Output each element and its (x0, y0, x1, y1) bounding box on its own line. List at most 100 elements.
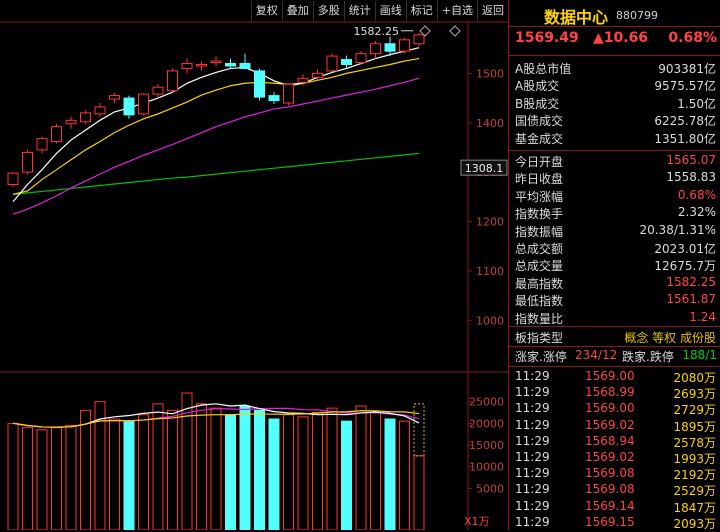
stat-value: 20.38/1.31% (639, 222, 716, 237)
tick-volume: 1847万 (673, 500, 716, 515)
toolbar-button[interactable]: 统计 (343, 1, 375, 21)
stat-row: 平均涨幅 0.68% (509, 188, 720, 205)
stat-label: 平均涨幅 (515, 189, 564, 204)
tick-volume: 2192万 (673, 468, 716, 483)
candle-up (312, 72, 323, 78)
candle-up (152, 86, 164, 95)
price-change: ▲10.66 (593, 30, 649, 46)
stat-value: 1565.07 (666, 153, 716, 167)
stat-label: 最低指数 (515, 294, 564, 309)
stat-row: 指数振幅 20.38/1.31% (509, 223, 720, 240)
volume-bar-up (355, 405, 367, 530)
toolbar-button[interactable]: 返回 (477, 1, 508, 21)
tick-time: 11:29 (515, 369, 550, 383)
toolbar-button[interactable]: 叠加 (281, 1, 313, 21)
volume-bar-up (51, 427, 62, 530)
tick-price: 1569.15 (585, 514, 635, 529)
stat-value: 1.50亿 (677, 96, 716, 111)
vol-axis-label: 10000 (469, 461, 504, 474)
volume-bar-up (196, 403, 207, 530)
candle-down (341, 59, 352, 65)
candle-down (123, 97, 135, 116)
stat-value: 903381亿 (658, 62, 716, 76)
tick-price: 1569.02 (585, 450, 635, 464)
volume-bar-up (138, 414, 149, 530)
volume-bar-down (384, 418, 396, 530)
stat-value: 9575.57亿 (654, 79, 716, 94)
stat-label: A股总市值 (515, 62, 572, 76)
stat-row: 最高指数 1582.25 (509, 275, 720, 292)
tick-row: 11:29 1569.15 2093万 (509, 515, 720, 532)
stat-row: 今日开盘 1565.07 (509, 153, 720, 170)
y-axis-label: 1400 (476, 117, 504, 130)
stat-value: 1351.80亿 (654, 131, 716, 146)
volume-bar-down (268, 418, 280, 530)
chart-toolbar: 复权 叠加 多股 统计 画线 标记 +自选 返回 (0, 0, 508, 22)
volume-bar-up (370, 412, 381, 530)
volume-bar-down (341, 420, 352, 530)
stat-row: 指数换手 2.32% (509, 205, 720, 222)
volume-bar-up (22, 427, 33, 530)
toolbar-button[interactable]: 画线 (374, 1, 406, 21)
tick-time: 11:29 (515, 450, 550, 464)
stat-row: A股成交 9575.57亿 (509, 77, 720, 94)
stat-label: 基金成交 (515, 131, 564, 146)
tick-price: 1569.00 (585, 369, 635, 383)
index-code: 880799 (616, 9, 658, 22)
toolbar-button[interactable]: 复权 (250, 1, 282, 21)
divider (509, 366, 720, 367)
candle-up (399, 39, 410, 52)
stat-row: B股成交 1.50亿 (509, 95, 720, 112)
tick-time: 11:29 (515, 401, 550, 416)
volume-bar-up (167, 409, 178, 530)
tick-row: 11:29 1569.00 2080万 (509, 369, 720, 386)
tick-price: 1568.94 (585, 433, 635, 448)
tick-price: 1569.02 (585, 417, 635, 432)
sector-type-label: 板指类型 (515, 331, 564, 345)
stat-label: 昨日收盘 (515, 172, 564, 187)
tick-row: 11:29 1569.08 2529万 (509, 482, 720, 499)
tick-price: 1569.08 (585, 482, 635, 497)
volume-bar-up (65, 425, 77, 530)
title-row: 数据中心 880799 (509, 0, 720, 28)
toolbar-button[interactable]: +自选 (436, 1, 477, 21)
candle-up (283, 83, 294, 104)
candle-up (297, 77, 309, 83)
candle-down (254, 70, 265, 98)
stat-value: 2.32% (677, 205, 716, 220)
tick-row: 11:29 1569.02 1895万 (509, 418, 720, 435)
fall-label: 跌家.跌停 (622, 350, 674, 364)
toolbar-button[interactable]: 标记 (405, 1, 437, 21)
volume-bar-up (413, 455, 425, 530)
sector-type-value[interactable]: 概念 等权 成份股 (624, 329, 716, 346)
tick-row: 11:29 1568.99 2693万 (509, 385, 720, 402)
rise-value: 234/12 (575, 348, 618, 362)
price-change-pct: 0.68% (668, 30, 717, 46)
stat-label: 国债成交 (515, 114, 564, 129)
tick-volume: 2693万 (673, 387, 716, 402)
vol-axis-label: 25000 (469, 396, 504, 409)
sector-type-row: 板指类型 概念 等权 成份股 (509, 329, 720, 346)
tick-row: 11:29 1568.94 2578万 (509, 434, 720, 451)
divider (509, 346, 720, 347)
tick-time: 11:29 (515, 385, 550, 400)
stat-row: 昨日收盘 1558.83 (509, 170, 720, 187)
kline-chart[interactable]: 1500140013001200110010001308.11582.25250… (0, 0, 508, 530)
quote-panel: 数据中心 880799 1569.49 ▲10.66 0.68% A股总市值 90… (508, 0, 720, 532)
stat-row: 国债成交 6225.78亿 (509, 112, 720, 129)
volume-bar-up (36, 429, 48, 530)
stat-label: 指数振幅 (515, 224, 564, 239)
divider (509, 150, 720, 151)
tick-price: 1569.14 (585, 498, 635, 513)
candle-down (268, 95, 280, 102)
toolbar-button[interactable]: 多股 (312, 1, 344, 21)
current-ma-tag-label: 1308.1 (465, 162, 504, 175)
candle-up (326, 55, 338, 72)
candle-up (138, 93, 149, 115)
candle-down (384, 43, 396, 52)
stat-value: 12675.7万 (654, 259, 716, 274)
tick-volume: 1895万 (673, 419, 716, 434)
volume-bar-down (239, 405, 251, 530)
tick-row: 11:29 1569.00 2729万 (509, 401, 720, 418)
volume-bar-up (210, 407, 222, 530)
